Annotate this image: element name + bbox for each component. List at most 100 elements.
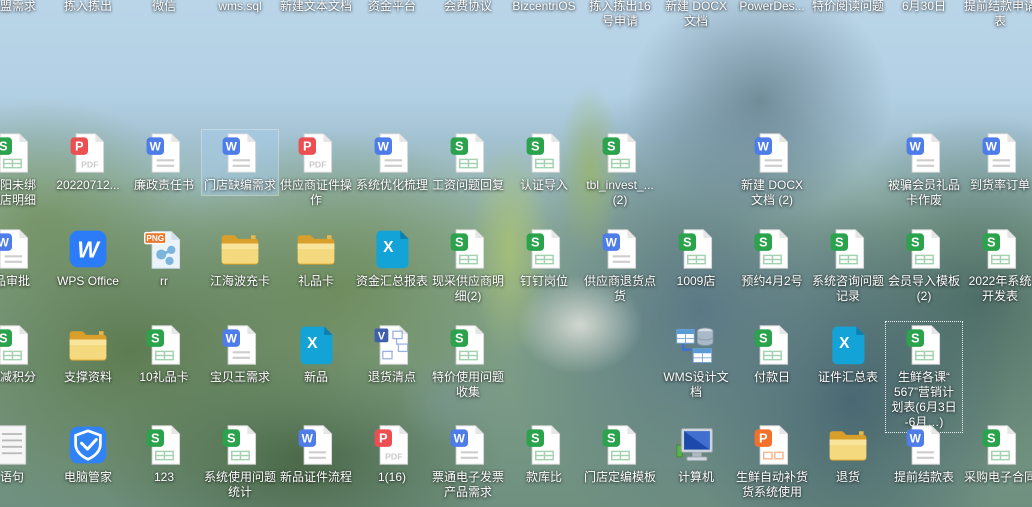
desktop-icon-shiyong-tongji[interactable]: S系统使用问题 统计 bbox=[202, 422, 278, 502]
desktop-icon-fukuanri[interactable]: S付款日 bbox=[734, 322, 810, 387]
desktop-icon-daohuolv[interactable]: W到货率订单 bbox=[962, 130, 1032, 195]
desktop-icon-rr-png[interactable]: PNGrr bbox=[126, 226, 202, 291]
svg-text:S: S bbox=[151, 331, 160, 346]
desktop-icon-diannao-guanjia[interactable]: 电脑管家 bbox=[50, 422, 126, 487]
sheet-file-icon: S bbox=[978, 227, 1022, 271]
desktop-icon-lipinka[interactable]: 礼品卡 bbox=[278, 226, 354, 291]
desktop-icon-top-6[interactable]: 资金平台 bbox=[354, 0, 430, 16]
desktop-icon-top-7[interactable]: 会费协议 bbox=[430, 0, 506, 16]
desktop-icon-wms-sheji[interactable]: WMS设计文 档 bbox=[658, 322, 734, 402]
desktop-icon-kuankubi[interactable]: S款库比 bbox=[506, 422, 582, 487]
desktop-icon-grid: 加盟需求拣入拣出微信wms.sql新建文本文档资金平台会费协议Bizcentri… bbox=[0, 0, 1032, 487]
desktop-icon-baobeiwang[interactable]: W宝贝王需求 bbox=[202, 322, 278, 387]
icon-label: 支撑资料 bbox=[50, 370, 126, 385]
icon-label: 特价使用问题 收集 bbox=[430, 370, 506, 400]
svg-text:V: V bbox=[378, 331, 386, 343]
computer-file-icon bbox=[674, 423, 718, 467]
icon-label: 2022年系统 开发表 bbox=[962, 274, 1032, 304]
desktop-icon-dian-1009[interactable]: S1009店 bbox=[658, 226, 734, 291]
desktop-icon-xinpin[interactable]: X新品 bbox=[278, 322, 354, 387]
desktop-icon-docx-2[interactable]: W新建 DOCX 文档 (2) bbox=[734, 130, 810, 210]
sheet-file-icon: S bbox=[0, 131, 34, 175]
desktop-icon-zhicheng-ziliao[interactable]: 支撑资料 bbox=[50, 322, 126, 387]
svg-text:P: P bbox=[75, 139, 84, 154]
desktop-icon-top-11[interactable]: PowerDes... bbox=[734, 0, 810, 16]
desktop-icon-renzheng-daoru[interactable]: S认证导入 bbox=[506, 130, 582, 195]
desktop-icon-caigou-hetong[interactable]: S采购电子合同 bbox=[962, 422, 1032, 487]
desktop-icon-gongzi-huifu[interactable]: S工资问题回复 bbox=[430, 130, 506, 195]
desktop-icon-xinpin-zhengjian[interactable]: W新品证件流程 bbox=[278, 422, 354, 487]
svg-text:S: S bbox=[455, 235, 464, 250]
icon-label: 证件汇总表 bbox=[810, 370, 886, 385]
desktop-icon-zijin-huizong[interactable]: X资金汇总报表 bbox=[354, 226, 430, 291]
desktop-icon-jianghaibo[interactable]: 江海波充卡 bbox=[202, 226, 278, 291]
icon-label: 退货 bbox=[810, 470, 886, 485]
icon-label: 到货率订单 bbox=[962, 178, 1032, 193]
svg-text:S: S bbox=[151, 431, 160, 446]
icon-label: 供应商退货点 货 bbox=[582, 274, 658, 304]
svg-text:S: S bbox=[227, 431, 236, 446]
desktop-icon-top-12[interactable]: 特价阅读问题 bbox=[810, 0, 886, 16]
desktop-icon-top-1[interactable]: 加盟需求 bbox=[0, 0, 50, 16]
desktop-icon-guiyang-stores[interactable]: S贵阳未绑 门店明细 bbox=[0, 130, 50, 210]
icon-label: rr bbox=[126, 274, 202, 289]
desktop-icon-xitong-youhua[interactable]: W系统优化梳理 bbox=[354, 130, 430, 195]
icon-label: 认证导入 bbox=[506, 178, 582, 193]
desktop-icon-tuihuo-qingdian[interactable]: V退货清点 bbox=[354, 322, 430, 387]
desktop-icon-top-3[interactable]: 微信 bbox=[126, 0, 202, 16]
desktop-icon-koujian-jifen[interactable]: S扣减积分 bbox=[0, 322, 50, 387]
desktop-icon-tbl-invest[interactable]: Stbl_invest_... (2) bbox=[582, 130, 658, 210]
svg-text:P: P bbox=[303, 139, 312, 154]
icon-label: 现采供应商明 细(2) bbox=[430, 274, 506, 304]
desktop-icon-top-2[interactable]: 拣入拣出 bbox=[50, 0, 126, 16]
desktop-icon-tuihuo[interactable]: 退货 bbox=[810, 422, 886, 487]
desktop-icon-tiqian-jiekuan[interactable]: W 提前结款表 bbox=[886, 422, 962, 487]
desktop-icon-yuju[interactable]: 语句 bbox=[0, 422, 50, 487]
desktop-icon-shengxian-gekeplan[interactable]: S生鲜各课“ 567”营销计 划表(6月3日 -6月…) bbox=[886, 322, 962, 432]
svg-text:W: W bbox=[910, 432, 922, 446]
icon-label: 20220712... bbox=[50, 178, 126, 193]
desktop-icon-pdf-20220712[interactable]: PPDF 20220712... bbox=[50, 130, 126, 195]
desktop-icon-beipian-lipinka[interactable]: W被骗会员礼品 卡作废 bbox=[886, 130, 962, 210]
desktop-icon-dingbian-moban[interactable]: S门店定编模板 bbox=[582, 422, 658, 487]
icon-label: tbl_invest_... (2) bbox=[582, 178, 658, 208]
desktop-icon-top-4[interactable]: wms.sql bbox=[202, 0, 278, 16]
desktop-icon-yuyue-4yue[interactable]: S预约4月2号 bbox=[734, 226, 810, 291]
desktop-icon-zhengjian-huizong[interactable]: X证件汇总表 bbox=[810, 322, 886, 387]
desktop-icon-gys-tuihuo[interactable]: W供应商退货点 货 bbox=[582, 226, 658, 306]
desktop-icon-pdf-1-16[interactable]: PPDF1(16) bbox=[354, 422, 430, 487]
svg-text:X: X bbox=[383, 239, 394, 256]
icon-label: BizcentriOS bbox=[506, 0, 582, 14]
desktop-icon-tejia-shouji[interactable]: S特价使用问题 收集 bbox=[430, 322, 506, 402]
desktop-icon-lipinka-10[interactable]: S10礼品卡 bbox=[126, 322, 202, 387]
icon-label: 提前结款表 bbox=[886, 470, 962, 485]
desktop-icon-top-14[interactable]: 提前结款申请 表 bbox=[962, 0, 1032, 31]
sheet-file-icon: S bbox=[978, 423, 1022, 467]
desktop-icon-num-123[interactable]: S123 bbox=[126, 422, 202, 487]
desktop-icon-jisuanji[interactable]: 计算机 bbox=[658, 422, 734, 487]
desktop-icon-pin-shenpi[interactable]: W品审批 bbox=[0, 226, 50, 291]
doc-file-icon: W bbox=[142, 131, 186, 175]
xdoc-file-icon: X bbox=[294, 323, 338, 367]
doc-file-icon: W bbox=[446, 423, 490, 467]
desktop-icon-xiancai-gys[interactable]: S 现采供应商明 细(2) bbox=[430, 226, 506, 306]
desktop-icon-zixun-jilu[interactable]: S系统咨询问题 记录 bbox=[810, 226, 886, 306]
desktop-icon-gys-zhengjian[interactable]: PPDF供应商证件操 作 bbox=[278, 130, 354, 210]
desktop-icon-dingding-gangwei[interactable]: S钉钉岗位 bbox=[506, 226, 582, 291]
desktop-icon-lianzheng[interactable]: W廉政责任书 bbox=[126, 130, 202, 195]
desktop-icon-top-13[interactable]: 6月30日 bbox=[886, 0, 962, 16]
desktop-icon-piaotong-fapiao[interactable]: W票通电子发票 产品需求 bbox=[430, 422, 506, 502]
icon-label: 拣入拣出16 号申请 bbox=[582, 0, 658, 29]
desktop-icon-top-9[interactable]: 拣入拣出16 号申请 bbox=[582, 0, 658, 31]
desktop-icon-wps-office[interactable]: WWPS Office bbox=[50, 226, 126, 291]
desktop-icon-shengxian-buhuo[interactable]: P生鲜自动补货 货系统使用 bbox=[734, 422, 810, 502]
desktop-icon-huiyuan-moban[interactable]: S会员导入模板 (2) bbox=[886, 226, 962, 306]
desktop-icon-top-5[interactable]: 新建文本文档 bbox=[278, 0, 354, 16]
desktop-icon-top-8[interactable]: BizcentriOS bbox=[506, 0, 582, 16]
desktop-icon-kaifa-2022[interactable]: S2022年系统 开发表 bbox=[962, 226, 1032, 306]
icon-label: 新建 DOCX 文档 bbox=[658, 0, 734, 29]
svg-text:PDF: PDF bbox=[385, 452, 402, 462]
desktop-icon-mendian-quebian[interactable]: W门店缺编需求 bbox=[202, 130, 278, 195]
desktop-icon-top-10[interactable]: 新建 DOCX 文档 bbox=[658, 0, 734, 31]
pdf-file-icon: PPDF bbox=[66, 131, 110, 175]
